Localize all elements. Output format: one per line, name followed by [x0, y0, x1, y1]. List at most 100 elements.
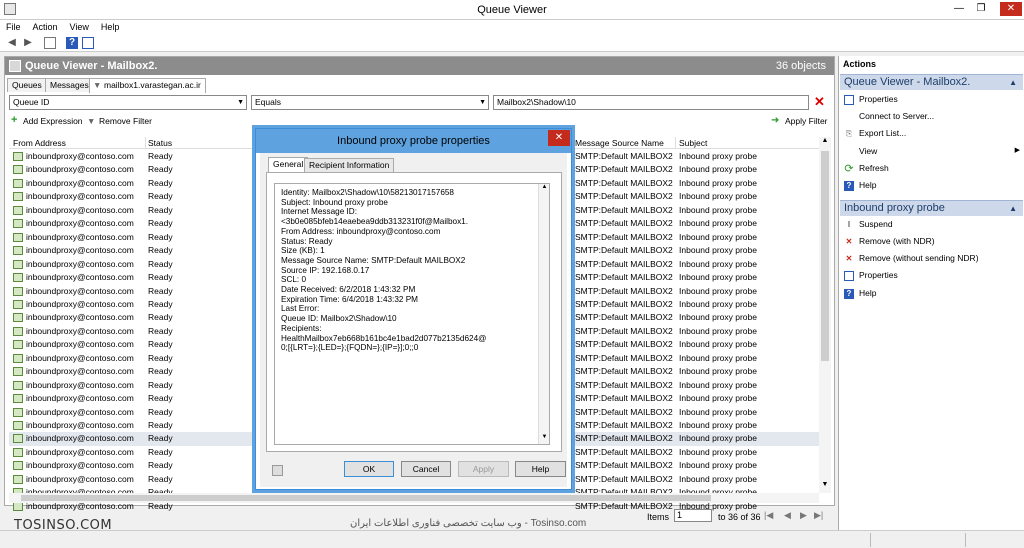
col-message-source-name[interactable]: Message Source Name: [575, 138, 664, 148]
help-button[interactable]: Help: [515, 461, 566, 477]
action-help-probe[interactable]: Help: [859, 288, 876, 298]
filter-operator-select[interactable]: Equals ▼: [251, 95, 489, 110]
vertical-scrollbar[interactable]: ▲ ▼: [819, 137, 831, 493]
back-arrow-icon[interactable]: ◀: [6, 37, 18, 49]
cell-status: Ready: [148, 164, 173, 175]
cell-from-address: inboundproxy@contoso.com: [26, 420, 134, 430]
hscroll-thumb[interactable]: [21, 495, 711, 501]
menu-file[interactable]: File: [0, 20, 27, 34]
scroll-up-icon[interactable]: ▲: [819, 137, 831, 149]
menu-action[interactable]: Action: [27, 20, 64, 34]
next-page-icon[interactable]: ▶: [800, 510, 807, 521]
last-page-icon[interactable]: ▶|: [814, 510, 823, 521]
help-icon[interactable]: ?: [66, 37, 78, 49]
collapse-up-icon[interactable]: ▲: [1009, 201, 1017, 216]
cell-from-address: inboundproxy@contoso.com: [26, 406, 134, 417]
action-help[interactable]: Help: [859, 180, 876, 190]
detail-line: Subject: Inbound proxy probe: [281, 197, 388, 207]
cell-source-name: SMTP:Default MAILBOX2: [575, 446, 673, 457]
action-properties[interactable]: Properties: [859, 94, 898, 104]
cell-source-name: SMTP:Default MAILBOX2: [575, 218, 673, 229]
col-from-address[interactable]: From Address: [13, 138, 66, 148]
actions-section-probe[interactable]: Inbound proxy probe ▲: [840, 200, 1023, 216]
scroll-down-icon[interactable]: ▼: [539, 434, 550, 444]
show-action-pane-icon[interactable]: [82, 37, 94, 49]
tab-general[interactable]: General: [268, 157, 309, 172]
cell-from-address: inboundproxy@contoso.com: [26, 393, 134, 404]
action-remove-with-ndr[interactable]: Remove (with NDR): [859, 236, 935, 246]
filter-field-select[interactable]: Queue ID ▼: [9, 95, 247, 110]
col-subject[interactable]: Subject: [679, 138, 707, 148]
menu-help[interactable]: Help: [95, 20, 126, 34]
cell-subject: Inbound proxy probe: [679, 258, 757, 269]
action-suspend[interactable]: Suspend: [859, 219, 893, 229]
cell-subject: Inbound proxy probe: [679, 406, 757, 417]
action-export-list[interactable]: Export List...: [859, 128, 906, 138]
items-start-input[interactable]: 1: [674, 509, 712, 522]
plus-icon: +: [11, 114, 18, 126]
col-status[interactable]: Status: [148, 138, 172, 148]
details-scrollbar[interactable]: ▲ ▼: [538, 184, 549, 444]
close-icon[interactable]: ✕: [1000, 2, 1022, 16]
cancel-button[interactable]: Cancel: [401, 461, 451, 477]
pane-title: Queue Viewer - Mailbox2.: [25, 60, 158, 72]
cell-source-name: SMTP:Default MAILBOX2: [575, 191, 673, 202]
cell-source-name: SMTP:Default MAILBOX2: [575, 393, 673, 404]
tab-messages[interactable]: Messages: [45, 78, 94, 92]
cell-status: Ready: [148, 312, 173, 323]
apply-filter-button[interactable]: Apply Filter: [785, 116, 828, 126]
remove-filter-button[interactable]: Remove Filter: [99, 116, 152, 126]
remove-filter-x-icon[interactable]: ✕: [814, 94, 825, 109]
scroll-thumb[interactable]: [821, 151, 829, 361]
copy-icon[interactable]: [272, 465, 283, 476]
ok-button[interactable]: OK: [344, 461, 394, 477]
cell-subject: Inbound proxy probe: [679, 379, 757, 390]
horizontal-scrollbar[interactable]: [9, 493, 819, 503]
action-properties-probe[interactable]: Properties: [859, 270, 898, 280]
first-page-icon[interactable]: |◀: [764, 510, 773, 521]
message-details-lines: Identity: Mailbox2\Shadow\10\58213017157…: [281, 188, 541, 353]
menu-view[interactable]: View: [64, 20, 95, 34]
detail-line: Expiration Time: 6/4/2018 1:43:32 PM: [281, 294, 418, 304]
action-view[interactable]: View: [859, 146, 877, 156]
action-remove-without-ndr[interactable]: Remove (without sending NDR): [859, 253, 979, 263]
action-refresh[interactable]: Refresh: [859, 163, 889, 173]
prev-page-icon[interactable]: ◀: [784, 510, 791, 521]
close-icon[interactable]: ✕: [548, 130, 570, 146]
cell-from-address: inboundproxy@contoso.com: [26, 191, 134, 202]
column-divider[interactable]: [675, 137, 676, 149]
restore-icon[interactable]: ❐: [974, 2, 988, 16]
cell-from-address: inboundproxy@contoso.com: [26, 352, 134, 363]
cell-from-address: inboundproxy@contoso.com: [26, 285, 134, 296]
properties-icon: [844, 95, 854, 105]
actions-section-queue-viewer[interactable]: Queue Viewer - Mailbox2. ▲: [840, 74, 1023, 90]
message-icon: [13, 447, 23, 457]
minimize-icon[interactable]: —: [952, 2, 966, 16]
apply-button[interactable]: Apply: [458, 461, 509, 477]
footer: TOSINSO.COM وب سایت تخصصی فناوری اطلاعات…: [0, 506, 835, 533]
cell-subject: Inbound proxy probe: [679, 151, 757, 161]
collapse-up-icon[interactable]: ▲: [1009, 75, 1017, 90]
scroll-down-icon[interactable]: ▼: [819, 481, 831, 493]
add-expression-button[interactable]: Add Expression: [23, 116, 83, 126]
forward-arrow-icon[interactable]: ▶: [22, 37, 34, 49]
cell-status: Ready: [148, 285, 173, 296]
scroll-up-icon[interactable]: ▲: [539, 184, 550, 194]
tab-recipient-information[interactable]: Recipient Information: [304, 158, 395, 172]
cell-source-name: SMTP:Default MAILBOX2: [575, 325, 673, 336]
tab-mailbox1[interactable]: ▼ mailbox1.varastegan.ac.ir: [89, 78, 206, 93]
cell-from-address: inboundproxy@contoso.com: [26, 446, 134, 457]
message-icon: [13, 232, 23, 242]
cell-subject: Inbound proxy probe: [679, 460, 757, 471]
column-divider[interactable]: [145, 137, 146, 149]
message-icon: [13, 474, 23, 484]
action-connect-server[interactable]: Connect to Server...: [859, 111, 934, 121]
detail-line: Queue ID: Mailbox2\Shadow\10: [281, 314, 397, 324]
pane-header: Queue Viewer - Mailbox2. 36 objects: [5, 57, 834, 75]
cell-status: Ready: [148, 218, 173, 229]
dialog-title-bar[interactable]: Inbound proxy probe properties ✕: [256, 129, 571, 153]
show-console-tree-icon[interactable]: [44, 37, 56, 49]
tab-queues[interactable]: Queues: [7, 78, 47, 92]
message-details-textbox[interactable]: Identity: Mailbox2\Shadow\10\58213017157…: [274, 183, 550, 445]
filter-value-input[interactable]: Mailbox2\Shadow\10: [493, 95, 809, 110]
